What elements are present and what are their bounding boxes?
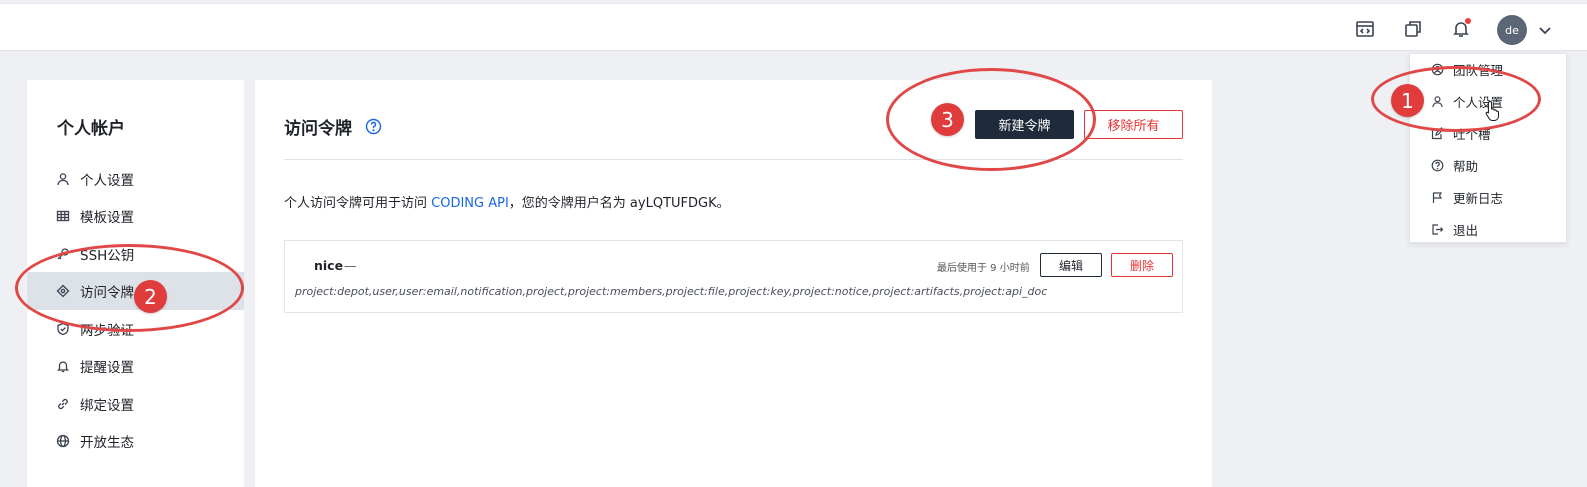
sidebar-item-template-settings[interactable]: 模板设置: [27, 197, 244, 235]
flag-icon: [1430, 190, 1444, 204]
token-scopes: project:depot,user,user:email,notificati…: [295, 285, 1048, 298]
sidebar-item-label: 个人设置: [80, 173, 134, 189]
remove-all-button[interactable]: 移除所有: [1084, 110, 1183, 139]
sidebar-item-open-ecosystem[interactable]: 开放生态: [27, 422, 244, 460]
user-icon: [1430, 94, 1444, 108]
menu-item-label: 更新日志: [1453, 190, 1504, 206]
page-title: 访问令牌: [284, 119, 352, 139]
key-icon: [55, 246, 71, 262]
menu-item-changelog[interactable]: 更新日志: [1410, 182, 1568, 212]
feedback-icon: [1430, 126, 1444, 140]
desc-prefix: 个人访问令牌可用于访问: [284, 196, 432, 211]
sidebar-item-label: 访问令牌: [80, 285, 134, 301]
delete-token-button[interactable]: 删除: [1111, 253, 1173, 277]
grid-icon: [55, 208, 71, 224]
token-card: nice — 最后使用于 9 小时前 编辑 删除 project:depot,u…: [284, 240, 1183, 313]
help-icon: [1430, 158, 1444, 172]
annotation-badge-2: 2: [134, 280, 167, 313]
sidebar-item-binding-settings[interactable]: 绑定设置: [27, 385, 244, 423]
edit-token-button[interactable]: 编辑: [1040, 253, 1102, 277]
menu-item-help[interactable]: 帮助: [1410, 150, 1568, 180]
menu-item-team-management[interactable]: 团队管理: [1410, 54, 1568, 84]
hand-cursor-icon: [1485, 100, 1499, 121]
help-icon[interactable]: [365, 118, 382, 135]
shield-icon: [55, 321, 71, 337]
logout-icon: [1430, 222, 1444, 236]
desc-suffix: ，您的令牌用户名为 ayLQTUFDGK。: [508, 196, 730, 211]
token-name: nice: [314, 258, 344, 273]
menu-item-feedback[interactable]: 吐个槽: [1410, 118, 1568, 148]
menu-item-label: 退出: [1453, 222, 1479, 238]
top-bar: de: [0, 3, 1587, 51]
sidebar-item-label: 绑定设置: [80, 398, 134, 414]
token-icon: [55, 283, 71, 299]
bell-icon[interactable]: [1450, 17, 1472, 40]
team-icon: [1430, 62, 1444, 76]
sidebar-item-label: SSH公钥: [80, 248, 135, 264]
main-panel: 访问令牌 新建令牌 移除所有 个人访问令牌可用于访问 CODING API，您的…: [255, 80, 1212, 487]
link-icon: [55, 396, 71, 412]
sidebar-item-personal-settings[interactable]: 个人设置: [27, 160, 244, 198]
sidebar-title: 个人帐户: [57, 119, 125, 139]
sidebar-item-ssh-keys[interactable]: SSH公钥: [27, 235, 244, 273]
token-last-used: 最后使用于 9 小时前: [937, 263, 1030, 274]
token-description-dash: —: [344, 258, 357, 273]
globe-icon: [55, 433, 71, 449]
sidebar-item-two-factor[interactable]: 两步验证: [27, 310, 244, 348]
workspace-icon[interactable]: [1354, 18, 1376, 40]
sidebar-item-label: 模板设置: [80, 210, 134, 226]
sidebar: 个人帐户 个人设置 模板设置 SSH公钥 访问令牌 两步验证 提醒设置 绑定设置…: [27, 80, 244, 487]
menu-item-label: 帮助: [1453, 158, 1479, 174]
user-icon: [55, 171, 71, 187]
menu-item-label: 吐个槽: [1453, 126, 1491, 142]
token-description: 个人访问令牌可用于访问 CODING API，您的令牌用户名为 ayLQTUFD…: [284, 192, 730, 211]
sidebar-item-reminder-settings[interactable]: 提醒设置: [27, 347, 244, 385]
chevron-down-icon[interactable]: [1538, 22, 1552, 36]
menu-item-logout[interactable]: 退出: [1410, 214, 1568, 244]
bell-icon: [55, 358, 71, 374]
sidebar-item-label: 两步验证: [80, 323, 134, 339]
avatar[interactable]: de: [1497, 15, 1527, 45]
sidebar-item-label: 提醒设置: [80, 360, 134, 376]
annotation-badge-1: 1: [1391, 84, 1424, 117]
coding-api-link[interactable]: CODING API: [431, 196, 509, 211]
annotation-badge-3: 3: [931, 103, 964, 136]
divider: [284, 159, 1183, 160]
menu-item-label: 团队管理: [1453, 62, 1504, 78]
windows-icon[interactable]: [1402, 18, 1424, 40]
sidebar-item-label: 开放生态: [80, 435, 134, 451]
user-dropdown-menu: 团队管理 个人设置 吐个槽 帮助 更新日志 退出: [1409, 53, 1567, 243]
notification-dot: [1464, 17, 1472, 25]
new-token-button[interactable]: 新建令牌: [975, 110, 1074, 139]
